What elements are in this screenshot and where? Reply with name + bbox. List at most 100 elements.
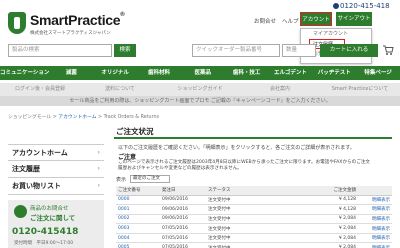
chevron-right-icon: › [97,149,100,156]
order-detail-link[interactable]: 明細表示 [362,214,392,225]
nav-item-original[interactable]: オリジナル [93,66,137,80]
nav-item-features[interactable]: 特集ページ [356,66,400,80]
banner-phone: 0120-415418 [12,227,79,237]
note-line: 履歴およびキャンセルや変更などの履歴は表示されません。 [118,166,242,171]
order-amount: ¥ 2,084 [316,242,362,248]
subnav-item-about[interactable]: Smart Practiceについて [320,83,400,96]
table-header-row: ご注文番号 発注日 ステータス ご注文金額 [116,186,392,196]
table-row: 0004 07/05/2016 注文受付中 ¥ 2,084 明細表示 [116,233,392,244]
account-button[interactable]: アカウント [300,12,332,26]
order-detail-link[interactable]: 明細表示 [362,233,392,244]
link-help[interactable]: ヘルプ [282,17,299,25]
orders-table: ご注文番号 発注日 ステータス ご注文金額 0000 09/06/2016 注文受付… [116,186,392,248]
nav-item-communication[interactable]: コミュニケーション [0,66,49,80]
table-row: 0003 07/05/2016 注文受付中 ¥ 2,084 明細表示 [116,223,392,234]
order-detail-link[interactable]: 明細表示 [362,204,392,215]
col-order-date: 発注日 [160,186,206,196]
phone-icon [333,3,339,9]
signout-button[interactable]: サインアウト [336,12,372,26]
order-number-link[interactable]: 0005 [116,242,160,248]
chevron-right-icon: › [97,165,100,172]
order-amount: ¥ 4,128 [316,204,362,215]
page-title: ご注文状況 [114,127,392,139]
sidebar-item-label: お買い物リスト [12,182,61,190]
search-button[interactable]: 検索 [114,44,136,57]
sidebar-item-label: 注文履歴 [12,165,40,173]
logo-cup-icon [8,12,26,34]
order-status: 注文受付中 [206,223,316,234]
notes-text: このページで表示されるご注文履歴は2003年4月8日以降にWEBから承ったご注文… [118,160,392,172]
banner-line1: 商品のお問合せ [30,206,69,212]
quantity-input[interactable]: 数量 [282,44,316,57]
nav-item-patch-test[interactable]: バッヂテスト [312,66,356,80]
order-status: 注文受付中 [206,195,316,206]
order-number-link[interactable]: 0001 [116,204,160,215]
sidebar-item-shopping-list[interactable]: お買い物リスト › [8,178,104,195]
sidebar-item-label: アカウントホーム [12,149,68,157]
order-number-link[interactable]: 0000 [116,195,160,206]
order-amount: ¥ 2,084 [316,223,362,234]
link-contact[interactable]: お問合せ [254,17,276,25]
subnav-item-shipping[interactable]: 送料について [80,83,160,96]
table-row: 0000 09/06/2016 注文受付中 ¥ 4,128 明細表示 [116,195,392,206]
nav-item-ergodent[interactable]: エルゴデント [269,66,313,80]
order-amount: ¥ 4,128 [316,195,362,206]
table-row: 0001 09/06/2016 注文受付中 ¥ 4,128 明細表示 [116,204,392,215]
subnav-item-login[interactable]: ログイン後・会員登録 [0,83,80,96]
nav-item-pharmaceuticals[interactable]: 医薬品 [181,66,225,80]
table-row: 0002 09/06/2016 注文受付中 ¥ 2,084 明細表示 [116,214,392,225]
order-date: 09/06/2016 [160,195,206,206]
order-date: 07/05/2016 [160,233,206,244]
sidebar-item-order-history[interactable]: 注文履歴 › [8,161,104,178]
show-label: 表示 [116,177,127,183]
col-detail [362,186,392,196]
cart-icon[interactable] [382,44,394,56]
order-status: 注文受付中 [206,242,316,248]
menu-item-my-account[interactable]: マイアカウント [301,29,371,39]
order-detail-link[interactable]: 明細表示 [362,242,392,248]
header-phone: 0120-415-418 [340,2,390,10]
order-status: 注文受付中 [206,214,316,225]
show-filter-select[interactable]: 最近のご注文 [130,175,170,183]
subnav-item-guide[interactable]: ショッピングガイド [160,83,240,96]
breadcrumb-account[interactable]: アカウントホーム [58,115,96,120]
order-detail-link[interactable]: 明細表示 [362,223,392,234]
order-number-link[interactable]: 0003 [116,223,160,234]
brand-logo[interactable]: SmartPractice® 株式会社スマートプラクティスジャパン [8,10,125,42]
sidebar-item-account-home[interactable]: アカウントホーム › [8,144,104,161]
add-to-cart-button[interactable]: カートに入れる [320,44,378,57]
order-date: 09/06/2016 [160,214,206,225]
order-detail-link[interactable]: 明細表示 [362,195,392,206]
nav-item-dental-materials[interactable]: 歯科材料 [137,66,181,80]
nav-item-dental-lab[interactable]: 歯科・技工 [225,66,269,80]
table-row: 000507/05/2016注文受付中¥ 2,084明細表示 [116,242,392,248]
order-date: 07/05/2016 [160,223,206,234]
product-search-input[interactable]: 製品の検索 [8,44,112,57]
breadcrumb-home[interactable]: ショッピングモール [8,115,51,120]
breadcrumb-current: Track Orders & Returns [103,115,159,120]
order-status: 注文受付中 [206,233,316,244]
quick-order-input[interactable]: クイックオーダー製品番号 [192,44,280,57]
contact-banner[interactable]: 商品のお問合せ ご注文に関して 0120-415418 受付時間 平日9:00～… [8,200,104,248]
account-sidebar: アカウントホーム › 注文履歴 › お買い物リスト › [8,144,104,195]
sub-nav: ログイン後・会員登録 送料について ショッピングガイド 会社案内 Smart P… [0,83,400,96]
order-number-link[interactable]: 0002 [116,214,160,225]
breadcrumb: ショッピングモール > アカウントホーム > Track Orders & Re… [8,115,159,120]
order-amount: ¥ 2,084 [316,233,362,244]
campaign-notice: セール商品をご利用の際は、ショッピングカート画面でプロモ ご記載の『キャンペーン… [0,96,400,106]
order-date: 09/06/2016 [160,204,206,215]
banner-hours: 受付時間 平日9:00～17:00 [14,241,74,246]
main-nav: コミュニケーション 減菌 オリジナル 歯科材料 医薬品 歯科・技工 エルゴデント… [0,66,400,80]
nav-item-sterilization[interactable]: 減菌 [49,66,93,80]
banner-line2: ご注文に関して [30,214,76,222]
col-status: ステータス [206,186,316,196]
phone-icon [14,205,27,218]
order-status: 注文受付中 [206,204,316,215]
chevron-right-icon: › [97,182,100,189]
brand-subtitle: 株式会社スマートプラクティスジャパン [30,31,111,36]
subnav-item-company[interactable]: 会社案内 [240,83,320,96]
col-order-number: ご注文番号 [116,186,160,196]
order-number-link[interactable]: 0004 [116,233,160,244]
intro-text: 以下のご注文履歴をご確認ください。「明細表示」をクリックすると、各ご注文のご詳細… [118,145,355,151]
order-amount: ¥ 2,084 [316,214,362,225]
